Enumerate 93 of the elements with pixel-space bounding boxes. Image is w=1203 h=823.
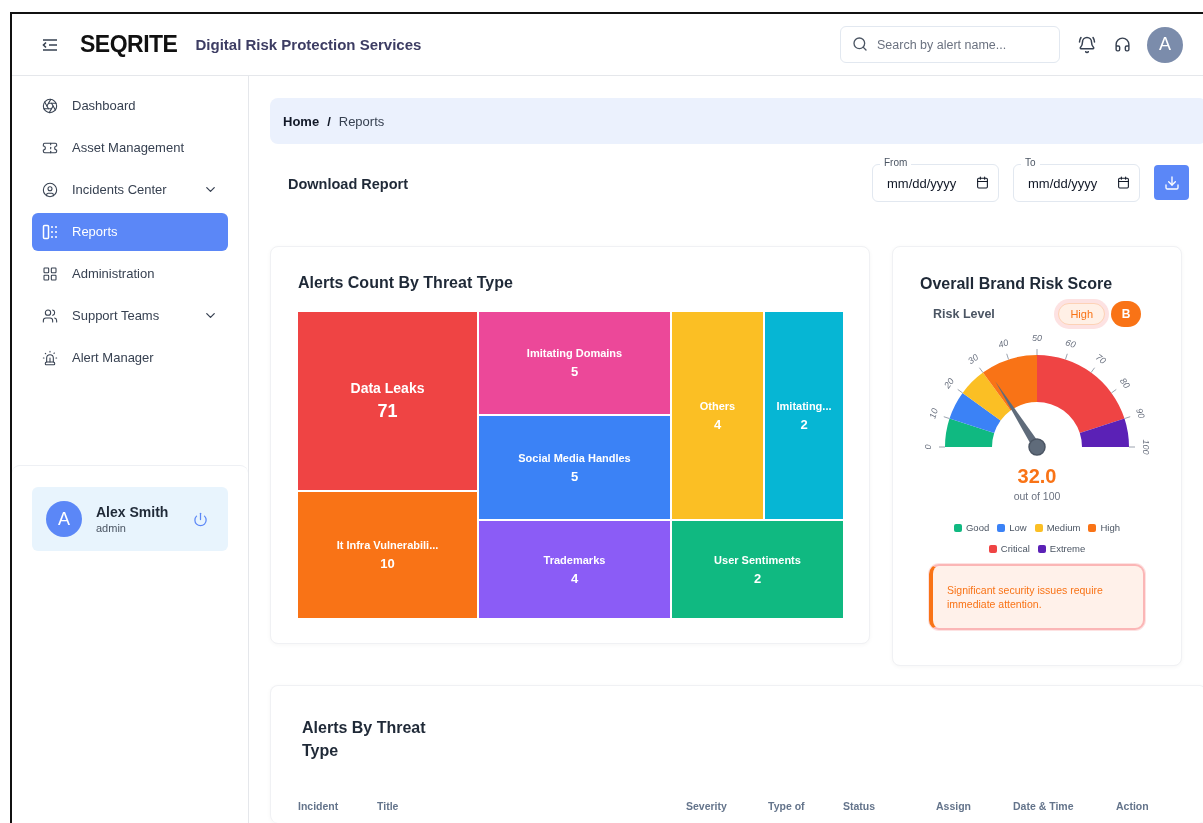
card-title: Overall Brand Risk Score: [920, 275, 1113, 293]
headset-icon[interactable]: [1114, 36, 1131, 53]
tile-label: Data Leaks: [350, 380, 425, 396]
gauge-tick: [938, 446, 946, 448]
tick-label: 40: [997, 337, 1010, 350]
grade-badge: B: [1111, 301, 1141, 327]
power-icon[interactable]: [193, 511, 208, 527]
gauge-tick: [978, 367, 984, 374]
tick-label: 80: [1117, 376, 1132, 391]
legend-label: Critical: [1000, 543, 1030, 554]
tick-label: 100: [1140, 439, 1151, 455]
tick-label: 30: [966, 352, 981, 367]
tile-label: Imitating Domains: [526, 347, 623, 359]
gauge-tick: [1110, 388, 1117, 394]
legend-label: Low: [1009, 522, 1027, 533]
user-role: admin: [96, 522, 127, 534]
nav-icon: [42, 349, 58, 366]
column-header: Type of: [768, 800, 806, 813]
tile-label: Trademarks: [543, 553, 606, 566]
gauge-tick: [943, 416, 950, 420]
column-header: Date & Time: [1013, 800, 1075, 813]
download-icon: [1163, 174, 1180, 191]
tile-label: Imitating...: [776, 399, 832, 412]
card-title: Alerts By Threat Type: [302, 718, 427, 762]
tile-label: Others: [699, 399, 736, 412]
sidebar-item[interactable]: Asset Management: [32, 129, 228, 167]
calendar-icon[interactable]: [1117, 176, 1130, 189]
tick-label: 20: [942, 376, 957, 391]
tick-label: 0: [923, 444, 934, 450]
tile-value: 5: [570, 468, 579, 484]
gauge-tick: [957, 388, 964, 394]
tile-value: 71: [377, 401, 398, 422]
alert-message: Significant security issues require immediate attention.: [929, 564, 1145, 631]
risk-score: 32.0: [1017, 465, 1057, 488]
column-header: Status: [843, 800, 877, 813]
field-label: To: [1021, 157, 1040, 168]
tick-label: 70: [1093, 352, 1108, 367]
tile-label: User Sentiments: [714, 553, 801, 566]
tile-value: 4: [570, 570, 579, 586]
column-header: Title: [377, 800, 400, 813]
search-field[interactable]: Search by alert name...: [840, 26, 1060, 63]
tick-label: 50: [1032, 333, 1042, 344]
tick-label: 90: [1134, 407, 1147, 420]
tick-label: 60: [1064, 337, 1077, 350]
bell-icon[interactable]: [1078, 35, 1096, 54]
download-button[interactable]: [1154, 165, 1189, 200]
sidebar-item[interactable]: Dashboard: [32, 87, 228, 125]
menu-icon[interactable]: [42, 38, 58, 51]
search-icon: [852, 36, 868, 52]
risk-badge: High: [1058, 303, 1105, 325]
risk-label: Risk Level: [933, 307, 995, 321]
field-label: From: [880, 157, 912, 168]
tick-label: 10: [927, 407, 940, 420]
legend-label: Good: [966, 522, 990, 533]
legend-label: Extreme: [1049, 543, 1086, 554]
section-title: Download Report: [288, 176, 409, 192]
sidebar-item[interactable]: Alert Manager: [32, 339, 228, 377]
logo: SEQRITE: [80, 31, 178, 58]
tile-value: 5: [570, 364, 579, 379]
column-header: Assign: [936, 800, 972, 813]
gauge-tick: [1128, 446, 1136, 448]
calendar-icon[interactable]: [976, 176, 989, 189]
tile-label: Social Media Handles: [518, 451, 631, 464]
user-name: Alex Smith: [96, 504, 169, 520]
sidebar-item[interactable]: Support Teams: [32, 297, 228, 335]
score-caption: out of 100: [1013, 490, 1061, 502]
column-header: Severity: [686, 800, 728, 813]
gauge-tick: [1036, 348, 1038, 356]
gauge-tick: [1090, 367, 1096, 374]
legend-label: High: [1100, 522, 1120, 533]
tile-value: 2: [753, 570, 762, 586]
gauge-tick: [1124, 416, 1131, 420]
breadcrumb-separator: /: [327, 113, 331, 129]
nav-icon: [42, 181, 58, 198]
panel-icon: [42, 223, 58, 240]
tile-label: It Infra Vulnerabili...: [336, 539, 439, 551]
column-header: Incident: [298, 800, 340, 813]
gauge-tick: [1064, 353, 1068, 360]
gauge-tick: [1006, 353, 1010, 360]
legend-label: Medium: [1046, 522, 1081, 533]
tile-value: 4: [713, 416, 722, 432]
nav-icon: [42, 265, 58, 282]
nav-icon: [42, 97, 58, 114]
tile-value: 10: [380, 556, 395, 571]
nav-icon: [42, 307, 58, 324]
sidebar-item[interactable]: Administration: [32, 255, 228, 293]
column-header: Action: [1116, 800, 1150, 813]
card-title: Alerts Count By Threat Type: [298, 274, 514, 292]
sidebar-item[interactable]: Incidents Center: [32, 171, 228, 209]
breadcrumb-link[interactable]: Home: [283, 113, 320, 129]
app-title: Digital Risk Protection Services: [195, 36, 422, 53]
user-avatar: A: [46, 501, 82, 537]
tile-value: 2: [800, 416, 808, 432]
